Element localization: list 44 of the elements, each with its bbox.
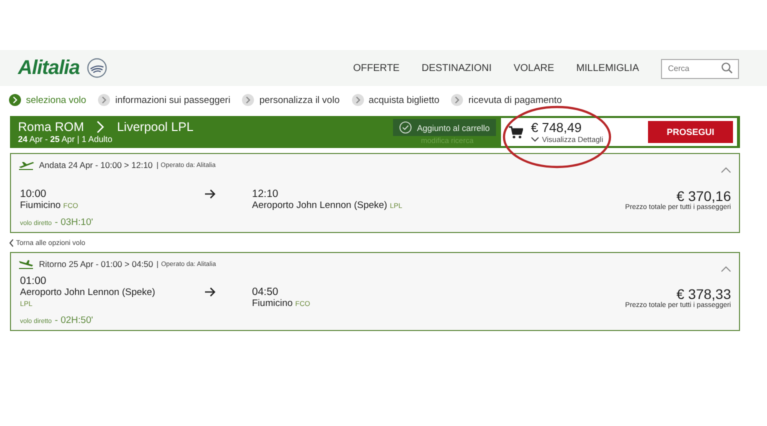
flight-duration: - 03H:10' — [54, 217, 94, 228]
search-field[interactable]: Cerca — [661, 58, 739, 78]
departure-time: 01:00 — [20, 275, 48, 287]
step-link[interactable]: informazioni sui passeggeri — [115, 94, 230, 106]
nav-link[interactable]: MILLEMIGLIA — [576, 62, 639, 74]
search-icon — [721, 62, 733, 74]
nav-link[interactable]: VOLARE — [514, 62, 554, 74]
trip-dates: 24 Apr - 25 Apr | 1 Adulto — [18, 134, 114, 144]
chevron-right-icon — [96, 120, 105, 134]
arrival-airport: Fiumicino — [252, 298, 293, 309]
chevron-left-icon — [9, 239, 14, 247]
departure-time: 10:00 — [20, 188, 48, 200]
destination-city: Liverpool LPL — [116, 120, 194, 134]
check-circle-icon — [399, 121, 412, 134]
nav-link[interactable]: OFFERTE — [353, 62, 400, 74]
cart-icon[interactable] — [509, 126, 523, 138]
flight-duration: - 02H:50' — [54, 315, 94, 326]
plane-landing-icon — [18, 259, 35, 269]
flight-price: € 378,33 — [676, 286, 731, 302]
departure-airport: Fiumicino — [20, 200, 61, 211]
departure-airport: Aeroporto John Lennon (Speke) — [20, 287, 156, 298]
alliance-logo-icon — [86, 57, 108, 79]
proceed-button[interactable]: PROSEGUI — [648, 121, 733, 143]
step-link[interactable]: acquista biglietto — [368, 94, 440, 106]
origin-city: Roma ROM — [18, 120, 84, 134]
arrow-right-icon — [205, 189, 216, 199]
flight-title: Ritorno 25 Apr - 01:00 > 04:50 — [39, 259, 154, 269]
step-link[interactable]: ricevuta di pagamento — [468, 94, 562, 106]
step-link[interactable]: seleziona volo — [26, 94, 86, 106]
nav-link[interactable]: DESTINAZIONI — [422, 62, 492, 74]
flight-title: Andata 24 Apr - 10:00 > 12:10 — [39, 160, 153, 170]
chevron-up-icon[interactable] — [721, 167, 731, 173]
cart-notice: Aggiunto al carrello — [393, 119, 496, 136]
logo[interactable]: Alitalia — [18, 56, 80, 80]
flight-price: € 370,16 — [676, 188, 731, 204]
arrival-time: 12:10 — [252, 188, 280, 200]
plane-takeoff-icon — [18, 160, 35, 170]
arrival-airport: Aeroporto John Lennon (Speke) — [252, 200, 388, 211]
step-link[interactable]: personalizza il volo — [259, 94, 340, 106]
chevron-up-icon[interactable] — [721, 266, 731, 272]
chevron-down-icon — [531, 136, 539, 142]
arrival-time: 04:50 — [252, 286, 280, 298]
cart-total: € 748,49 — [531, 120, 583, 134]
arrow-right-icon — [205, 287, 216, 297]
